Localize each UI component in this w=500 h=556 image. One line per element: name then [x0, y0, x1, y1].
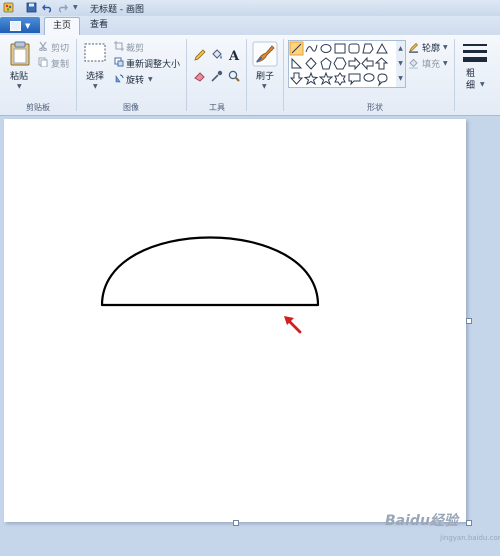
size-button-label[interactable]: 粗细	[466, 68, 478, 92]
shapes-gallery-icons	[289, 41, 389, 87]
chevron-down-icon: ▼	[25, 22, 31, 30]
group-divider	[454, 39, 455, 111]
left-arrow-shape-icon[interactable]	[361, 56, 374, 71]
rectangle-shape-icon[interactable]	[334, 43, 346, 54]
red-pointer-arrow	[284, 316, 302, 334]
select-icon[interactable]	[83, 42, 107, 64]
fill-bucket-icon[interactable]	[210, 48, 224, 62]
right-triangle-shape-icon[interactable]	[291, 57, 303, 69]
outline-dropdown-icon[interactable]: ▼	[443, 44, 448, 51]
fill-button[interactable]: 填充	[422, 57, 440, 70]
brushes-icon[interactable]	[252, 41, 278, 67]
resize-button[interactable]: 重新调整大小	[126, 57, 180, 70]
four-point-star-shape-icon[interactable]	[303, 71, 319, 86]
rotate-button[interactable]: 旋转	[126, 73, 144, 86]
watermark: Baidu经验	[385, 513, 458, 529]
rotate-icon	[115, 74, 124, 83]
six-point-star-shape-icon[interactable]	[334, 72, 346, 86]
scroll-down-icon[interactable]: ▼	[396, 56, 405, 71]
cut-icon	[39, 41, 47, 51]
ribbon-home: 粘贴 ▼ 剪切 复制 剪贴板 选择 ▼ 裁剪 重新调整大小 旋转 ▼ 图像 A	[0, 35, 500, 116]
image-group-label: 图像	[123, 103, 139, 112]
paint-menu-button[interactable]: ▼	[0, 17, 40, 33]
curve-shape-icon[interactable]	[305, 44, 318, 53]
fill-icon	[409, 58, 418, 69]
size-dropdown-icon[interactable]: ▼	[480, 81, 485, 88]
svg-text:A: A	[228, 49, 240, 62]
semicircle-shape	[100, 236, 320, 307]
eraser-icon[interactable]	[193, 69, 207, 83]
clipboard-group-label: 剪贴板	[26, 103, 50, 112]
title-bar: ▼ 无标题 - 画图	[0, 0, 500, 17]
hexagon-shape-icon[interactable]	[333, 57, 347, 70]
crop-button[interactable]: 裁剪	[126, 41, 144, 54]
text-tool-icon[interactable]: A	[227, 48, 241, 62]
window-title: 无标题 - 画图	[90, 5, 144, 15]
crop-icon	[114, 41, 124, 51]
size-icon[interactable]	[462, 42, 488, 66]
redo-icon[interactable]	[57, 2, 68, 13]
down-arrow-shape-icon[interactable]	[289, 72, 304, 85]
pencil-icon[interactable]	[193, 48, 207, 62]
resize-icon	[114, 57, 124, 67]
rounded-rectangle-shape-icon[interactable]	[348, 43, 360, 54]
rotate-dropdown-icon[interactable]: ▼	[148, 76, 153, 83]
triangle-shape-icon[interactable]	[376, 42, 388, 54]
canvas-resize-handle-right[interactable]	[466, 318, 472, 324]
paint-menu-icon	[10, 21, 21, 31]
magnifier-icon[interactable]	[227, 69, 241, 83]
outline-icon	[409, 43, 418, 53]
canvas-resize-handle-bottom[interactable]	[233, 520, 239, 526]
polygon-shape-icon[interactable]	[362, 43, 374, 54]
gallery-expand-icon[interactable]: ▼	[396, 71, 405, 86]
paste-dropdown-icon[interactable]: ▼	[17, 83, 22, 90]
brushes-button-label[interactable]: 刷子	[256, 69, 274, 82]
right-arrow-shape-icon[interactable]	[348, 56, 361, 71]
pentagon-shape-icon[interactable]	[320, 57, 332, 70]
group-divider	[246, 39, 247, 111]
cloud-callout-shape-icon[interactable]	[377, 73, 388, 87]
select-button-label[interactable]: 选择	[86, 69, 104, 82]
copy-button[interactable]: 复制	[51, 57, 69, 70]
canvas-resize-handle-corner[interactable]	[466, 520, 472, 526]
outline-button[interactable]: 轮廓	[422, 41, 440, 54]
paste-button-label[interactable]: 粘贴	[10, 69, 28, 82]
group-divider	[186, 39, 187, 111]
oval-callout-shape-icon[interactable]	[363, 73, 375, 82]
shapes-group-label: 形状	[367, 103, 383, 112]
oval-shape-icon[interactable]	[320, 44, 332, 53]
watermark-url: jingyan.baidu.com	[440, 534, 500, 542]
undo-icon[interactable]	[42, 2, 53, 13]
save-icon[interactable]	[26, 2, 37, 13]
diamond-shape-icon[interactable]	[305, 57, 317, 70]
tab-home[interactable]: 主页	[44, 17, 80, 35]
group-divider	[283, 39, 284, 111]
quick-access-dropdown-icon[interactable]: ▼	[73, 4, 78, 11]
ribbon-tab-row: ▼ 主页 查看	[0, 16, 500, 36]
paint-app-icon	[3, 2, 14, 13]
cut-button[interactable]: 剪切	[51, 41, 69, 54]
canvas-drawing	[100, 236, 320, 334]
brushes-dropdown-icon[interactable]: ▼	[262, 83, 267, 90]
tools-group-label: 工具	[209, 103, 225, 112]
drawing-canvas[interactable]	[4, 119, 466, 522]
scroll-up-icon[interactable]: ▲	[396, 41, 405, 56]
five-point-star-shape-icon[interactable]	[318, 71, 334, 86]
paste-icon[interactable]	[9, 41, 31, 67]
tab-view[interactable]: 查看	[82, 17, 116, 34]
select-dropdown-icon[interactable]: ▼	[93, 83, 98, 90]
shapes-gallery	[288, 40, 398, 88]
shapes-gallery-scroll[interactable]: ▲ ▼ ▼	[396, 40, 406, 88]
fill-dropdown-icon[interactable]: ▼	[443, 60, 448, 67]
color-picker-icon[interactable]	[210, 69, 224, 83]
group-divider	[76, 39, 77, 111]
copy-icon	[38, 57, 48, 67]
up-arrow-shape-icon[interactable]	[374, 57, 389, 70]
rounded-callout-shape-icon[interactable]	[348, 73, 361, 86]
